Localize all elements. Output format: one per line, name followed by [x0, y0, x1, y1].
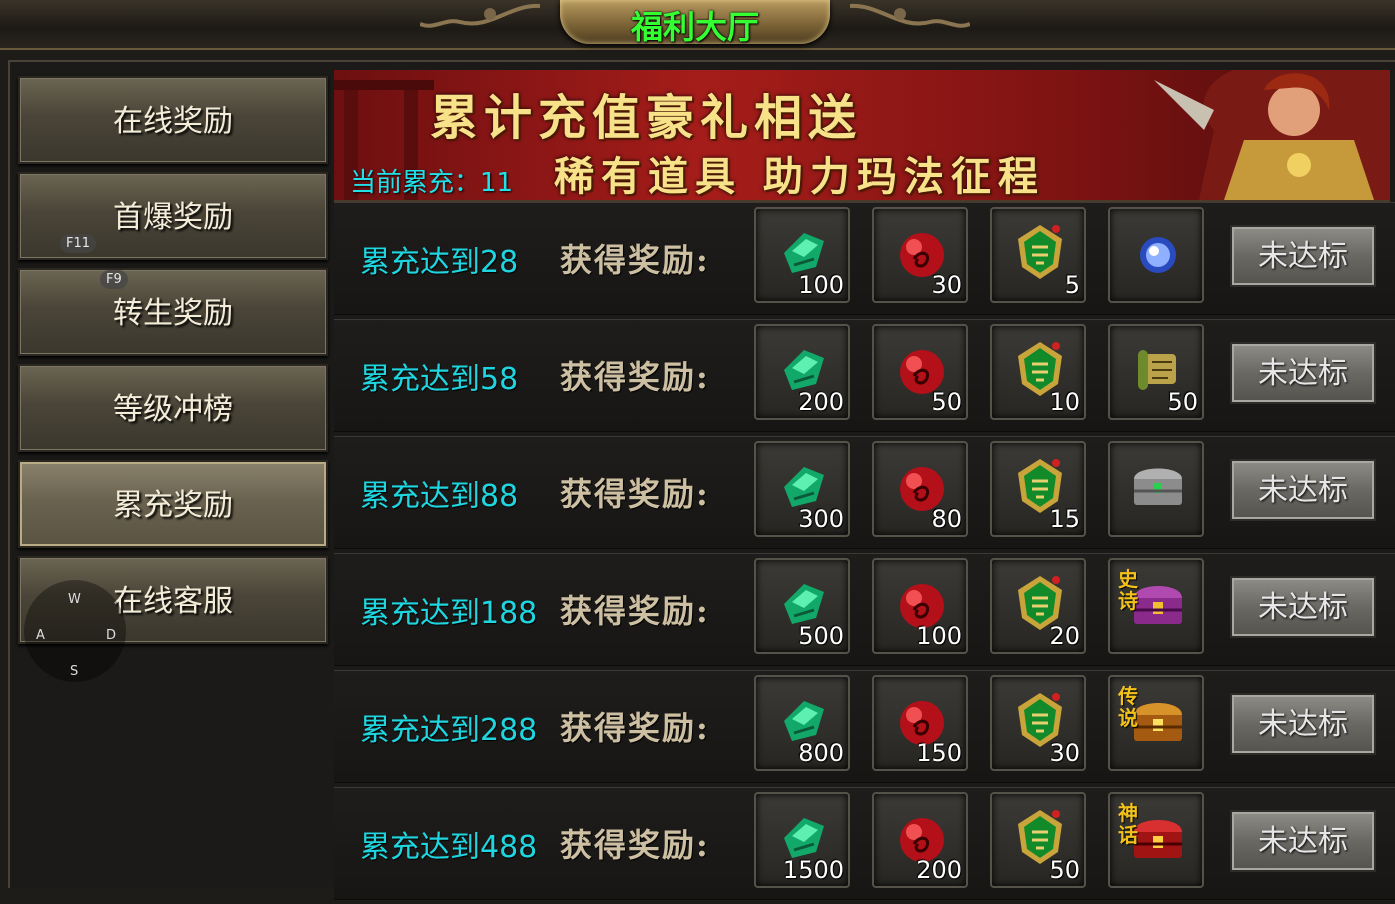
- chest-grade-label: 传说: [1118, 684, 1138, 730]
- item-count: 300: [798, 505, 844, 533]
- reward-item-slot[interactable]: 1500: [754, 792, 850, 888]
- current-total: 当前累充：11: [350, 168, 514, 198]
- reward-row: 累充达到488 获得奖励: 1500 200 50 神话 未达标: [334, 787, 1395, 900]
- item-count: 80: [931, 505, 962, 533]
- reward-item-slot[interactable]: 80: [872, 441, 968, 537]
- reward-row: 累充达到88 获得奖励: 300 80 15 未达标: [334, 436, 1395, 549]
- item-count: 50: [1049, 856, 1080, 884]
- reward-list: 累充达到28 获得奖励: 100 30 5 未达标 累充达到58 获得奖励: 200 50 10 50…: [334, 202, 1395, 904]
- claim-status-button[interactable]: 未达标: [1230, 810, 1376, 872]
- window-title: 福利大厅: [630, 8, 759, 46]
- item-count: 10: [1049, 388, 1080, 416]
- sidebar: 在线奖励 首爆奖励 转生奖励 等级冲榜 累充奖励 在线客服: [18, 76, 328, 652]
- reward-item-slot[interactable]: 100: [754, 207, 850, 303]
- item-count: 50: [931, 388, 962, 416]
- reward-item-slot[interactable]: 500: [754, 558, 850, 654]
- joystick-down-key[interactable]: S: [70, 664, 78, 679]
- reward-item-slot[interactable]: 50: [872, 324, 968, 420]
- item-count: 100: [916, 622, 962, 650]
- sidebar-item-recharge-reward[interactable]: 累充奖励: [18, 460, 328, 548]
- joystick-right-key[interactable]: D: [106, 628, 116, 643]
- reward-prefix-label: 获得奖励:: [560, 709, 710, 747]
- reward-row: 累充达到28 获得奖励: 100 30 5 未达标: [334, 202, 1395, 315]
- row-threshold-label: 累充达到488: [360, 830, 538, 865]
- reward-item-slot[interactable]: 15: [990, 441, 1086, 537]
- reward-row: 累充达到58 获得奖励: 200 50 10 50 未达标: [334, 319, 1395, 432]
- reward-item-slot[interactable]: [1108, 441, 1204, 537]
- sidebar-item-online-reward[interactable]: 在线奖励: [18, 76, 328, 164]
- reward-item-slot[interactable]: 200: [872, 792, 968, 888]
- item-count: 800: [798, 739, 844, 767]
- reward-item-slot[interactable]: 30: [990, 675, 1086, 771]
- chest-grade-label: 史诗: [1118, 567, 1138, 613]
- promo-banner: 累计充值豪礼相送 稀有道具 助力玛法征程 当前累充：11: [334, 70, 1390, 202]
- reward-item-slot[interactable]: 50: [990, 792, 1086, 888]
- left-ornament-icon: [420, 3, 540, 28]
- row-threshold-label: 累充达到188: [360, 596, 538, 631]
- item-count: 30: [931, 271, 962, 299]
- item-count: 50: [1167, 388, 1198, 416]
- reward-item-slot[interactable]: 传说: [1108, 675, 1204, 771]
- reward-row: 累充达到188 获得奖励: 500 100 20 史诗 未达标: [334, 553, 1395, 666]
- banner-headline: 累计充值豪礼相送: [430, 90, 863, 146]
- row-threshold-label: 累充达到28: [360, 245, 519, 280]
- reward-item-slot[interactable]: 300: [754, 441, 850, 537]
- chest-grade-label: 神话: [1118, 801, 1138, 847]
- item-count: 30: [1049, 739, 1080, 767]
- sidebar-item-rebirth-reward[interactable]: 转生奖励: [18, 268, 328, 356]
- claim-status-button[interactable]: 未达标: [1230, 459, 1376, 521]
- reward-prefix-label: 获得奖励:: [560, 475, 710, 513]
- reward-item-slot[interactable]: 200: [754, 324, 850, 420]
- claim-status-button[interactable]: 未达标: [1230, 225, 1376, 287]
- hotkey-f9-hint[interactable]: F9: [100, 270, 128, 289]
- reward-item-slot[interactable]: 20: [990, 558, 1086, 654]
- item-count: 15: [1049, 505, 1080, 533]
- reward-item-slot[interactable]: 50: [1108, 324, 1204, 420]
- joystick-left-key[interactable]: A: [36, 628, 45, 643]
- hotkey-f11-hint[interactable]: F11: [60, 234, 97, 253]
- virtual-joystick[interactable]: W A D S: [24, 580, 126, 682]
- reward-prefix-label: 获得奖励:: [560, 826, 710, 864]
- item-count: 200: [916, 856, 962, 884]
- item-count: 150: [916, 739, 962, 767]
- item-count: 100: [798, 271, 844, 299]
- reward-item-slot[interactable]: [1108, 207, 1204, 303]
- claim-status-button[interactable]: 未达标: [1230, 342, 1376, 404]
- reward-item-slot[interactable]: 800: [754, 675, 850, 771]
- joystick-up-key[interactable]: W: [68, 592, 81, 607]
- reward-item-slot[interactable]: 150: [872, 675, 968, 771]
- reward-prefix-label: 获得奖励:: [560, 358, 710, 396]
- item-count: 20: [1049, 622, 1080, 650]
- reward-item-slot[interactable]: 神话: [1108, 792, 1204, 888]
- right-ornament-icon: [850, 3, 970, 28]
- item-count: 1500: [782, 856, 844, 884]
- title-bar: 福利大厅: [0, 0, 1395, 50]
- banner-subline: 稀有道具 助力玛法征程: [554, 153, 1045, 200]
- row-threshold-label: 累充达到88: [360, 479, 519, 514]
- reward-item-slot[interactable]: 10: [990, 324, 1086, 420]
- reward-prefix-label: 获得奖励:: [560, 241, 710, 279]
- item-count: 5: [1064, 271, 1080, 299]
- reward-item-slot[interactable]: 史诗: [1108, 558, 1204, 654]
- row-threshold-label: 累充达到288: [360, 713, 538, 748]
- reward-item-slot[interactable]: 30: [872, 207, 968, 303]
- reward-item-slot[interactable]: 100: [872, 558, 968, 654]
- reward-row: 累充达到288 获得奖励: 800 150 30 传说 未达标: [334, 670, 1395, 783]
- item-count: 200: [798, 388, 844, 416]
- row-threshold-label: 累充达到58: [360, 362, 519, 397]
- item-count: 500: [798, 622, 844, 650]
- heroine-portrait-icon: [1154, 70, 1390, 200]
- claim-status-button[interactable]: 未达标: [1230, 576, 1376, 638]
- sidebar-item-level-ranking[interactable]: 等级冲榜: [18, 364, 328, 452]
- claim-status-button[interactable]: 未达标: [1230, 693, 1376, 755]
- reward-prefix-label: 获得奖励:: [560, 592, 710, 630]
- reward-item-slot[interactable]: 5: [990, 207, 1086, 303]
